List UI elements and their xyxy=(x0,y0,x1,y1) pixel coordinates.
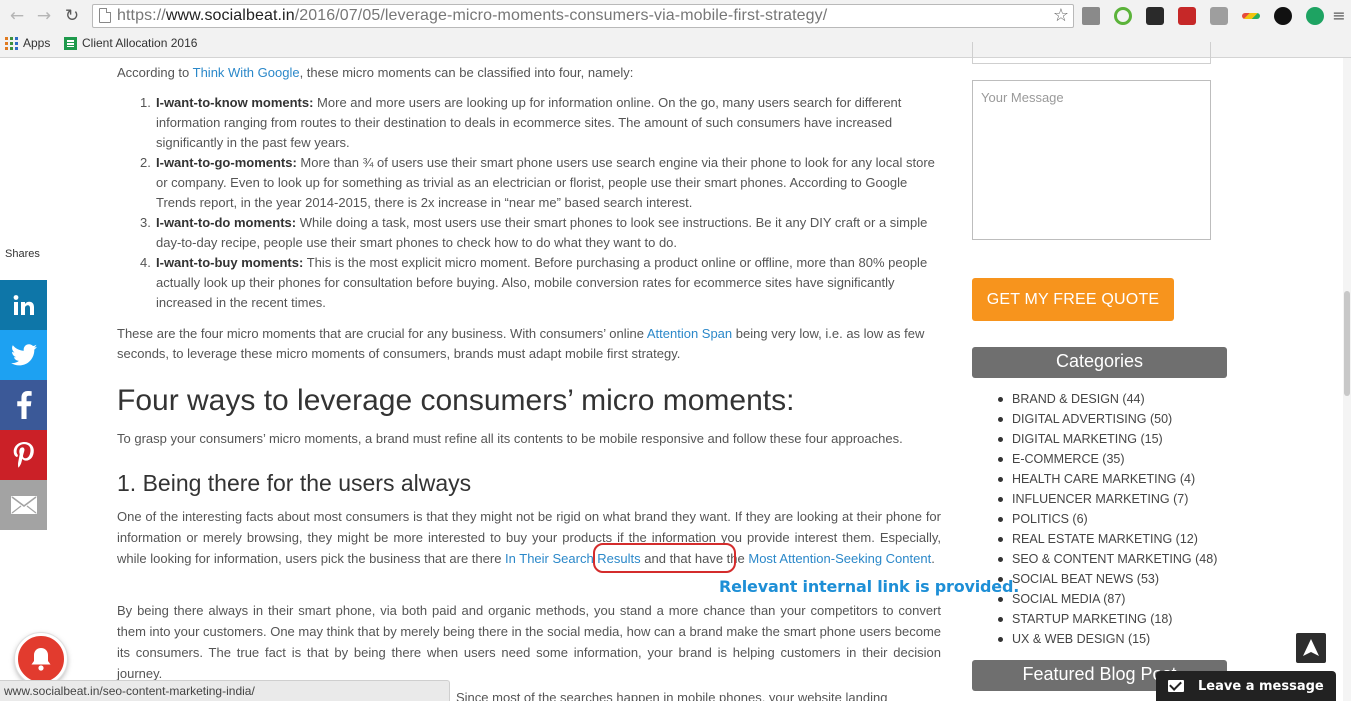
bookmark-label: Client Allocation 2016 xyxy=(82,36,198,50)
envelope-icon xyxy=(10,496,37,514)
forward-arrow-icon[interactable]: → xyxy=(33,5,55,27)
note-extension-icon[interactable] xyxy=(1210,7,1228,25)
summary-paragraph: These are the four micro moments that ar… xyxy=(117,326,925,361)
list-item: 4. I-want-to-buy moments: This is the mos… xyxy=(140,255,928,310)
list-item: 3. I-want-to-do moments: While doing a ta… xyxy=(140,215,928,250)
list-item: 1. I-want-to-know moments: More and more … xyxy=(140,95,902,150)
twitter-icon xyxy=(10,344,37,366)
category-link[interactable]: BRAND & DESIGN (44) xyxy=(998,389,1227,409)
bookmark-star-icon[interactable]: ☆ xyxy=(1053,5,1069,26)
pinterest-icon xyxy=(13,442,34,468)
facebook-share-button[interactable] xyxy=(0,380,47,430)
category-link[interactable]: SOCIAL MEDIA (87) xyxy=(998,589,1227,609)
arrow-up-icon xyxy=(1303,639,1319,656)
section-heading: Four ways to leverage consumers’ micro m… xyxy=(117,384,795,417)
bookmark-client-allocation[interactable]: Client Allocation 2016 xyxy=(64,36,197,50)
intro-paragraph: According to Think With Google, these mi… xyxy=(117,65,634,80)
pinterest-share-button[interactable] xyxy=(0,430,47,480)
back-arrow-icon[interactable]: ← xyxy=(6,5,28,27)
circle-extension-icon[interactable] xyxy=(1274,7,1292,25)
category-link[interactable]: E-COMMERCE (35) xyxy=(998,449,1227,469)
apps-grid-icon xyxy=(5,36,18,50)
media-extension-icon[interactable] xyxy=(1178,7,1196,25)
annotation-label: Relevant internal link is provided. xyxy=(719,577,1020,596)
category-link[interactable]: REAL ESTATE MARKETING (12) xyxy=(998,529,1227,549)
message-field[interactable] xyxy=(972,80,1211,240)
checklist-extension-icon[interactable] xyxy=(1146,7,1164,25)
email-share-button[interactable] xyxy=(0,480,47,530)
shares-label: Shares xyxy=(5,248,40,260)
category-link[interactable]: SOCIAL BEAT NEWS (53) xyxy=(998,569,1227,589)
scroll-to-top-button[interactable] xyxy=(1296,633,1326,663)
chat-mail-icon xyxy=(1168,680,1184,692)
category-link[interactable]: DIGITAL ADVERTISING (50) xyxy=(998,409,1227,429)
category-link[interactable]: SEO & CONTENT MARKETING (48) xyxy=(998,549,1227,569)
reload-icon[interactable]: ↻ xyxy=(61,5,83,27)
linkedin-icon xyxy=(13,295,34,315)
categories-title: Categories xyxy=(972,347,1227,378)
twitter-share-button[interactable] xyxy=(0,330,47,380)
address-bar[interactable]: https://www.socialbeat.in/2016/07/05/lev… xyxy=(92,4,1074,28)
heading-intro-paragraph: To grasp your consumers’ micro moments, … xyxy=(117,431,903,446)
being-there-paragraph: One of the interesting facts about most … xyxy=(117,509,941,566)
think-with-google-link[interactable]: Think With Google xyxy=(193,65,300,80)
form-field-partial[interactable] xyxy=(972,42,1211,64)
categories-list: BRAND & DESIGN (44) DIGITAL ADVERTISING … xyxy=(998,389,1227,649)
page-icon xyxy=(99,8,111,23)
category-link[interactable]: STARTUP MARKETING (18) xyxy=(998,609,1227,629)
category-link[interactable]: DIGITAL MARKETING (15) xyxy=(998,429,1227,449)
rainbow-extension-icon[interactable] xyxy=(1242,13,1260,19)
category-link[interactable]: INFLUENCER MARKETING (7) xyxy=(998,489,1227,509)
leave-message-chat-button[interactable]: Leave a message xyxy=(1156,671,1336,701)
bookmark-label: Apps xyxy=(23,36,51,50)
camera-extension-icon[interactable] xyxy=(1082,7,1100,25)
chat-label: Leave a message xyxy=(1198,678,1324,694)
grammarly-extension-icon[interactable] xyxy=(1306,7,1324,25)
subsection-heading: 1. Being there for the users always xyxy=(117,470,472,496)
notification-bell-button[interactable] xyxy=(15,633,67,685)
category-link[interactable]: POLITICS (6) xyxy=(998,509,1227,529)
bell-icon xyxy=(31,648,51,671)
get-free-quote-button[interactable]: GET MY FREE QUOTE xyxy=(972,278,1174,321)
url-text[interactable]: https://www.socialbeat.in/2016/07/05/lev… xyxy=(117,7,827,25)
attention-seeking-content-link[interactable]: Most Attention-Seeking Content xyxy=(748,551,931,566)
micro-moments-list: 1. I-want-to-know moments: More and more … xyxy=(140,93,941,313)
spreadsheet-icon xyxy=(64,36,77,50)
link-highlight-circle xyxy=(593,543,736,573)
list-item: 2. I-want-to-go-moments: More than ¾ of u… xyxy=(140,155,935,210)
menu-icon[interactable]: ≡ xyxy=(1328,5,1350,27)
page-scrollbar[interactable] xyxy=(1343,58,1351,701)
scrollbar-thumb[interactable] xyxy=(1344,291,1350,396)
facebook-icon xyxy=(16,391,32,419)
partial-paragraph: Since most of the searches happen in mob… xyxy=(456,690,888,701)
category-link[interactable]: UX & WEB DESIGN (15) xyxy=(998,629,1227,649)
bookmark-apps[interactable]: Apps xyxy=(5,36,50,50)
smart-phone-paragraph: By being there always in their smart pho… xyxy=(117,603,941,681)
target-extension-icon[interactable] xyxy=(1114,7,1132,25)
category-link[interactable]: HEALTH CARE MARKETING (4) xyxy=(998,469,1227,489)
linkedin-share-button[interactable] xyxy=(0,280,47,330)
status-bar-url: www.socialbeat.in/seo-content-marketing-… xyxy=(0,680,450,701)
attention-span-link[interactable]: Attention Span xyxy=(647,326,732,341)
